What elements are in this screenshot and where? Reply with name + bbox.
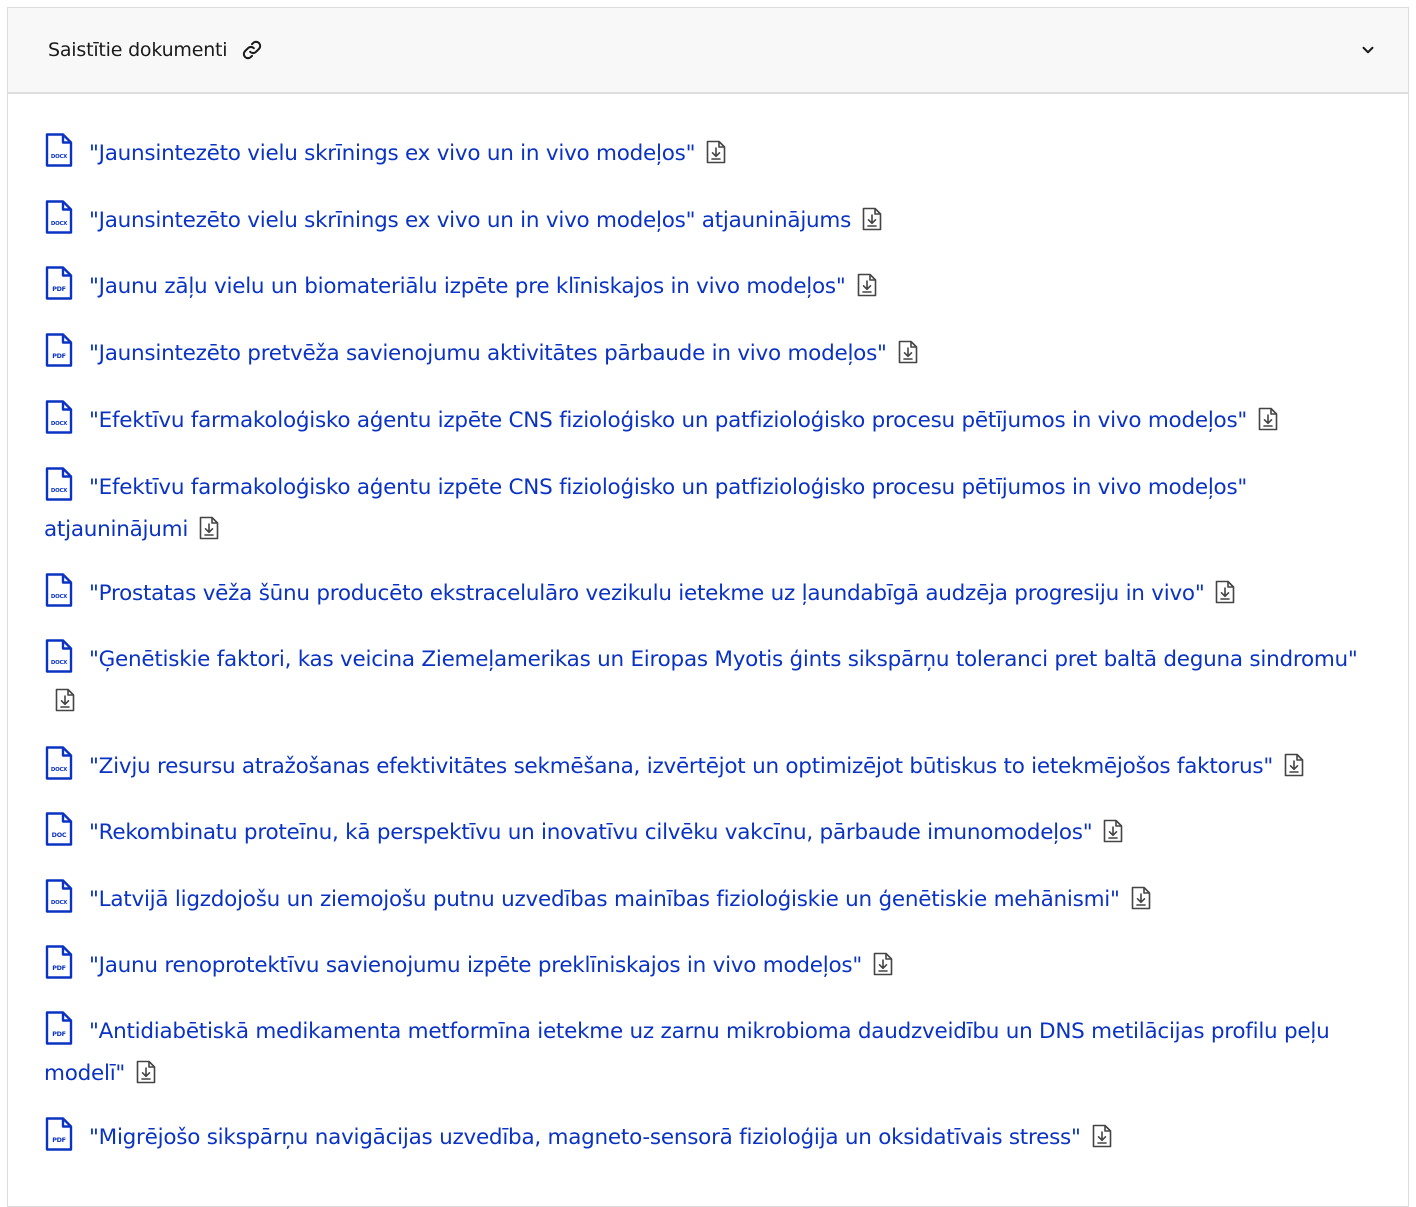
pdf-file-icon: PDF bbox=[44, 333, 74, 367]
document-link[interactable]: "Jaunu renoprotektīvu savienojumu izpēte… bbox=[89, 953, 862, 978]
download-icon[interactable] bbox=[1283, 750, 1305, 777]
download-icon[interactable] bbox=[198, 513, 220, 540]
svg-text:DOC: DOC bbox=[52, 831, 67, 839]
document-link[interactable]: "Migrējošo sikspārņu navigācijas uzvedīb… bbox=[89, 1125, 1081, 1150]
download-icon[interactable] bbox=[897, 337, 919, 364]
document-link[interactable]: "Jaunsintezēto vielu skrīnings ex vivo u… bbox=[89, 208, 851, 233]
document-item: PDF "Jaunu zāļu vielu un biomateriālu iz… bbox=[44, 266, 1380, 308]
chevron-down-icon[interactable] bbox=[1358, 40, 1378, 60]
document-item: PDF "Migrējošo sikspārņu navigācijas uzv… bbox=[44, 1117, 1380, 1159]
document-link[interactable]: "Rekombinatu proteīnu, kā perspektīvu un… bbox=[89, 820, 1093, 845]
download-icon[interactable] bbox=[54, 685, 76, 712]
docx-file-icon: DOCX bbox=[44, 133, 74, 167]
document-item: PDF "Jaunu renoprotektīvu savienojumu iz… bbox=[44, 945, 1380, 987]
download-icon[interactable] bbox=[705, 137, 727, 164]
svg-text:PDF: PDF bbox=[52, 964, 66, 972]
document-link[interactable]: "Ģenētiskie faktori, kas veicina Ziemeļa… bbox=[89, 647, 1358, 672]
document-link[interactable]: "Efektīvu farmakoloģisko aģentu izpēte C… bbox=[89, 408, 1247, 433]
document-item: DOCX "Zivju resursu atražošanas efektivi… bbox=[44, 746, 1380, 788]
pdf-file-icon: PDF bbox=[44, 1011, 74, 1045]
panel-header[interactable]: Saistītie dokumenti bbox=[8, 8, 1408, 94]
download-icon[interactable] bbox=[856, 270, 878, 297]
download-icon[interactable] bbox=[1102, 816, 1124, 843]
document-item: DOCX "Ģenētiskie faktori, kas veicina Zi… bbox=[44, 639, 1380, 723]
svg-text:PDF: PDF bbox=[52, 285, 66, 293]
pdf-file-icon: PDF bbox=[44, 1117, 74, 1151]
download-icon[interactable] bbox=[1091, 1121, 1113, 1148]
docx-file-icon: DOCX bbox=[44, 400, 74, 434]
svg-text:DOCX: DOCX bbox=[51, 154, 68, 160]
document-link[interactable]: "Jaunu zāļu vielu un biomateriālu izpēte… bbox=[89, 274, 846, 299]
docx-file-icon: DOCX bbox=[44, 573, 74, 607]
download-icon[interactable] bbox=[135, 1057, 157, 1084]
document-link[interactable]: "Jaunsintezēto vielu skrīnings ex vivo u… bbox=[89, 141, 695, 166]
document-item: DOCX "Jaunsintezēto vielu skrīnings ex v… bbox=[44, 200, 1380, 242]
svg-text:DOCX: DOCX bbox=[51, 488, 68, 494]
pdf-file-icon: PDF bbox=[44, 945, 74, 979]
docx-file-icon: DOCX bbox=[44, 639, 74, 673]
panel-title: Saistītie dokumenti bbox=[48, 39, 228, 61]
svg-text:PDF: PDF bbox=[52, 1030, 66, 1038]
document-link[interactable]: "Prostatas vēža šūnu producēto ekstracel… bbox=[89, 581, 1205, 606]
svg-text:DOCX: DOCX bbox=[51, 594, 68, 600]
link-icon[interactable] bbox=[241, 39, 263, 61]
svg-text:PDF: PDF bbox=[52, 1136, 66, 1144]
related-documents-panel: Saistītie dokumenti DOCX "Jaunsintezēto … bbox=[7, 7, 1409, 1207]
docx-file-icon: DOCX bbox=[44, 200, 74, 234]
docx-file-icon: DOCX bbox=[44, 879, 74, 913]
download-icon[interactable] bbox=[1130, 883, 1152, 910]
document-item: DOCX "Prostatas vēža šūnu producēto ekst… bbox=[44, 573, 1380, 615]
document-link[interactable]: "Jaunsintezēto pretvēža savienojumu akti… bbox=[89, 341, 887, 366]
document-item: PDF "Jaunsintezēto pretvēža savienojumu … bbox=[44, 333, 1380, 375]
document-link[interactable]: "Zivju resursu atražošanas efektivitātes… bbox=[89, 754, 1273, 779]
document-item: DOCX "Latvijā ligzdojošu un ziemojošu pu… bbox=[44, 879, 1380, 921]
svg-text:DOCX: DOCX bbox=[51, 221, 68, 227]
document-item: DOC "Rekombinatu proteīnu, kā perspektīv… bbox=[44, 812, 1380, 854]
document-item: DOCX "Efektīvu farmakoloģisko aģentu izp… bbox=[44, 467, 1380, 551]
svg-text:DOCX: DOCX bbox=[51, 767, 68, 773]
svg-text:DOCX: DOCX bbox=[51, 421, 68, 427]
download-icon[interactable] bbox=[1257, 404, 1279, 431]
svg-text:PDF: PDF bbox=[52, 352, 66, 360]
doc-file-icon: DOC bbox=[44, 812, 74, 846]
document-item: DOCX "Efektīvu farmakoloģisko aģentu izp… bbox=[44, 400, 1380, 442]
document-item: DOCX "Jaunsintezēto vielu skrīnings ex v… bbox=[44, 133, 1380, 175]
download-icon[interactable] bbox=[861, 204, 883, 231]
download-icon[interactable] bbox=[1214, 577, 1236, 604]
svg-text:DOCX: DOCX bbox=[51, 660, 68, 666]
docx-file-icon: DOCX bbox=[44, 467, 74, 501]
pdf-file-icon: PDF bbox=[44, 266, 74, 300]
document-link[interactable]: "Efektīvu farmakoloģisko aģentu izpēte C… bbox=[44, 475, 1247, 542]
svg-text:DOCX: DOCX bbox=[51, 900, 68, 906]
download-icon[interactable] bbox=[872, 949, 894, 976]
docx-file-icon: DOCX bbox=[44, 746, 74, 780]
document-item: PDF "Antidiabētiskā medikamenta metformī… bbox=[44, 1011, 1380, 1095]
document-link[interactable]: "Antidiabētiskā medikamenta metformīna i… bbox=[44, 1019, 1330, 1086]
document-link[interactable]: "Latvijā ligzdojošu un ziemojošu putnu u… bbox=[89, 887, 1120, 912]
